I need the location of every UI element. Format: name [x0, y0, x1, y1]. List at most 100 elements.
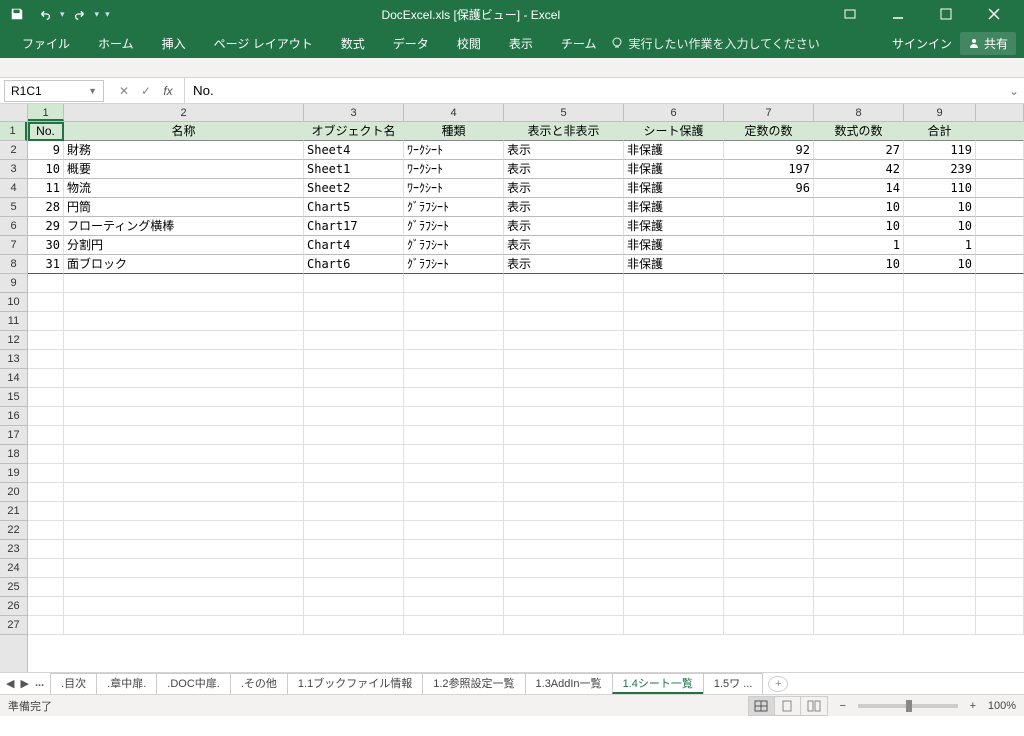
empty-cell[interactable] — [304, 388, 404, 407]
col-header-6[interactable]: 6 — [624, 104, 724, 121]
empty-cell[interactable] — [814, 578, 904, 597]
row-header-15[interactable]: 15 — [0, 388, 27, 407]
data-cell[interactable]: フローティング横棒 — [64, 217, 304, 236]
page-break-view-button[interactable] — [801, 697, 827, 715]
data-cell[interactable]: ｸﾞﾗﾌｼｰﾄ — [404, 236, 504, 255]
empty-cell[interactable] — [404, 559, 504, 578]
empty-cell[interactable] — [28, 502, 64, 521]
data-cell[interactable]: 非保護 — [624, 160, 724, 179]
row-header-12[interactable]: 12 — [0, 331, 27, 350]
signin-link[interactable]: サインイン — [892, 35, 952, 52]
empty-cell[interactable] — [814, 597, 904, 616]
empty-cell[interactable] — [64, 559, 304, 578]
empty-cell[interactable] — [624, 350, 724, 369]
data-cell[interactable]: 119 — [904, 141, 976, 160]
empty-cell[interactable] — [404, 407, 504, 426]
sheet-tab[interactable]: 1.5ワ ... — [703, 673, 764, 694]
empty-cell[interactable] — [724, 388, 814, 407]
close-button[interactable] — [976, 2, 1012, 26]
header-cell[interactable]: 名称 — [64, 122, 304, 141]
row-header-19[interactable]: 19 — [0, 464, 27, 483]
zoom-thumb[interactable] — [906, 700, 912, 712]
empty-cell[interactable] — [28, 559, 64, 578]
empty-cell[interactable] — [724, 274, 814, 293]
empty-cell[interactable] — [404, 464, 504, 483]
empty-cell[interactable] — [64, 578, 304, 597]
empty-cell[interactable] — [504, 464, 624, 483]
empty-cell[interactable] — [404, 616, 504, 635]
empty-cell[interactable] — [304, 559, 404, 578]
empty-cell[interactable] — [304, 540, 404, 559]
data-cell[interactable]: 239 — [904, 160, 976, 179]
add-sheet-button[interactable]: + — [768, 676, 788, 692]
empty-cell[interactable] — [724, 331, 814, 350]
ribbon-tab-7[interactable]: 表示 — [495, 28, 547, 58]
empty-cell[interactable] — [504, 350, 624, 369]
empty-cell[interactable] — [64, 331, 304, 350]
header-cell[interactable]: 数式の数 — [814, 122, 904, 141]
empty-cell[interactable] — [28, 616, 64, 635]
col-header-3[interactable]: 3 — [304, 104, 404, 121]
row-header-16[interactable]: 16 — [0, 407, 27, 426]
row-header-1[interactable]: 1 — [0, 122, 27, 141]
row-header-21[interactable]: 21 — [0, 502, 27, 521]
empty-cell[interactable] — [814, 350, 904, 369]
empty-cell[interactable] — [404, 388, 504, 407]
empty-cell[interactable] — [904, 350, 976, 369]
data-cell[interactable]: ｸﾞﾗﾌｼｰﾄ — [404, 217, 504, 236]
empty-cell[interactable] — [904, 426, 976, 445]
tab-scroll-left[interactable]: ◀ — [6, 677, 14, 690]
col-header-2[interactable]: 2 — [64, 104, 304, 121]
row-header-7[interactable]: 7 — [0, 236, 27, 255]
data-cell[interactable]: 表示 — [504, 255, 624, 274]
col-header-5[interactable]: 5 — [504, 104, 624, 121]
data-cell[interactable]: 1 — [814, 236, 904, 255]
data-cell[interactable]: 概要 — [64, 160, 304, 179]
empty-cell[interactable] — [28, 445, 64, 464]
page-layout-view-button[interactable] — [775, 697, 801, 715]
empty-cell[interactable] — [904, 369, 976, 388]
ribbon-tab-4[interactable]: 数式 — [327, 28, 379, 58]
empty-cell[interactable] — [624, 521, 724, 540]
row-header-6[interactable]: 6 — [0, 217, 27, 236]
data-cell[interactable]: 非保護 — [624, 198, 724, 217]
empty-cell[interactable] — [64, 483, 304, 502]
row-header-2[interactable]: 2 — [0, 141, 27, 160]
empty-cell[interactable] — [724, 426, 814, 445]
name-box-dropdown-icon[interactable]: ▼ — [88, 86, 97, 96]
empty-cell[interactable] — [724, 350, 814, 369]
ribbon-tab-5[interactable]: データ — [379, 28, 443, 58]
empty-cell[interactable] — [624, 445, 724, 464]
empty-cell[interactable] — [814, 274, 904, 293]
row-header-26[interactable]: 26 — [0, 597, 27, 616]
empty-cell[interactable] — [904, 559, 976, 578]
minimize-button[interactable] — [880, 2, 916, 26]
data-cell[interactable]: Chart5 — [304, 198, 404, 217]
header-cell[interactable]: 合計 — [904, 122, 976, 141]
empty-cell[interactable] — [724, 578, 814, 597]
data-cell[interactable]: 31 — [28, 255, 64, 274]
cancel-formula-button[interactable]: ✕ — [114, 81, 134, 101]
empty-cell[interactable] — [814, 540, 904, 559]
row-header-17[interactable]: 17 — [0, 426, 27, 445]
data-cell[interactable]: 物流 — [64, 179, 304, 198]
empty-cell[interactable] — [304, 578, 404, 597]
empty-cell[interactable] — [624, 483, 724, 502]
empty-cell[interactable] — [504, 616, 624, 635]
data-cell[interactable]: 27 — [814, 141, 904, 160]
ribbon-display-button[interactable] — [832, 2, 868, 26]
redo-dropdown[interactable]: ▾ — [95, 9, 100, 20]
empty-cell[interactable] — [814, 559, 904, 578]
data-cell[interactable]: Chart4 — [304, 236, 404, 255]
empty-cell[interactable] — [724, 502, 814, 521]
data-cell[interactable]: 9 — [28, 141, 64, 160]
ribbon-tab-6[interactable]: 校閲 — [443, 28, 495, 58]
tell-me-box[interactable]: 実行したい作業を入力してください — [610, 35, 819, 52]
data-cell[interactable]: 表示 — [504, 141, 624, 160]
empty-cell[interactable] — [28, 331, 64, 350]
empty-cell[interactable] — [404, 578, 504, 597]
data-cell[interactable]: 表示 — [504, 236, 624, 255]
empty-cell[interactable] — [28, 426, 64, 445]
zoom-in-button[interactable]: + — [966, 700, 980, 712]
zoom-level[interactable]: 100% — [988, 700, 1016, 712]
